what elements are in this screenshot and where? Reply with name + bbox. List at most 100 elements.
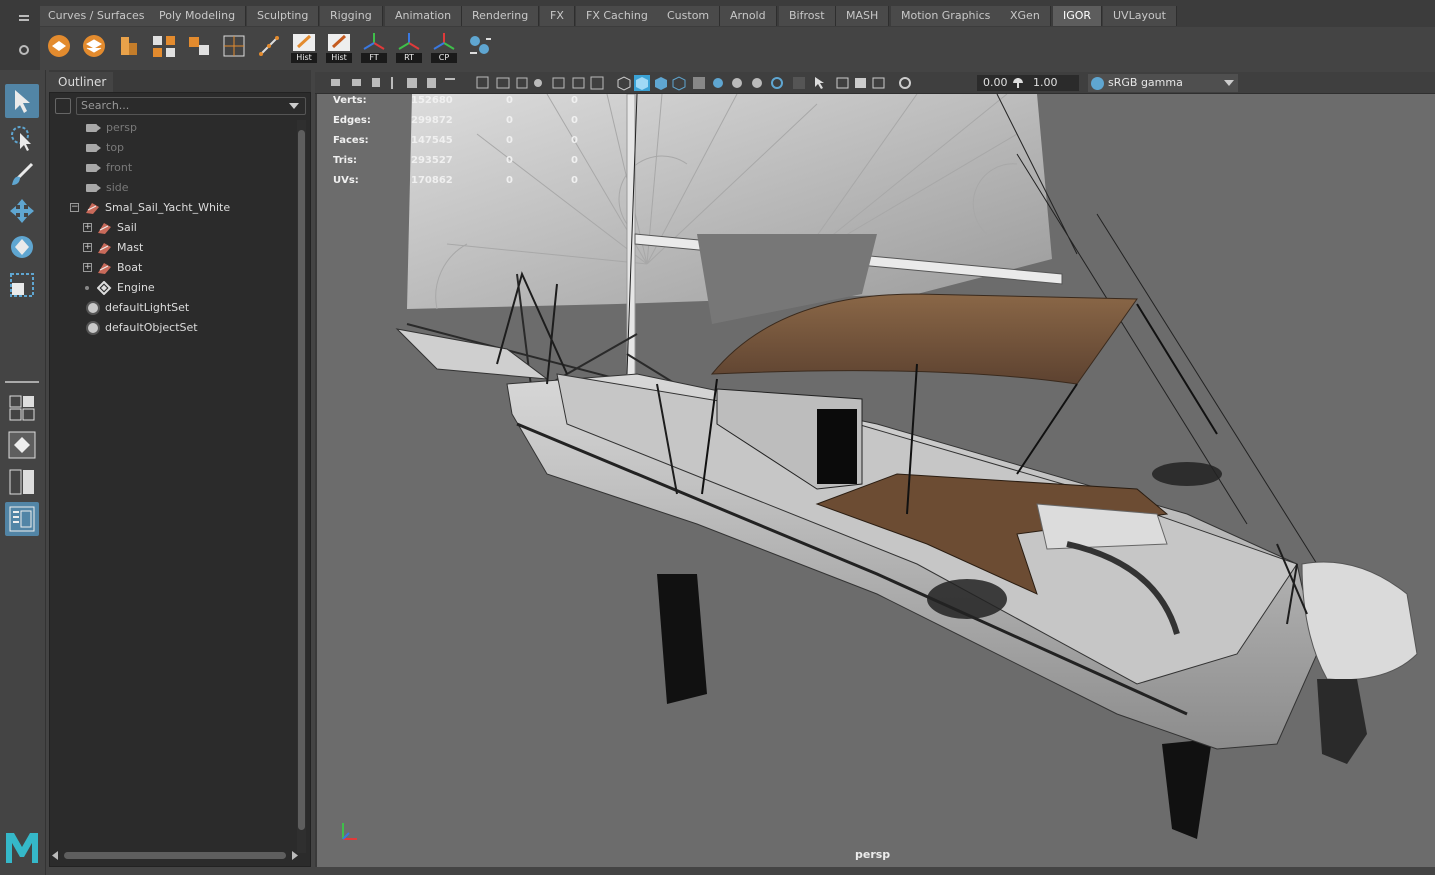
single-view-layout-button[interactable] — [5, 428, 39, 462]
hud-selected: 0 — [506, 175, 513, 186]
two-view-layout-button[interactable] — [5, 465, 39, 499]
viewport-shading-tools-icon — [617, 75, 911, 91]
shelf-ft-badge: FT — [361, 53, 387, 63]
shelf-center-pivot-icon[interactable]: CP — [430, 31, 458, 63]
single-view-icon — [8, 431, 36, 459]
hud-row-tris: Tris: 293527 0 0 — [333, 155, 633, 175]
color-space-dropdown[interactable]: sRGB gamma — [1088, 74, 1238, 92]
collapse-icon[interactable]: − — [70, 203, 79, 212]
scrollbar-thumb[interactable] — [64, 852, 286, 859]
move-tool[interactable] — [5, 194, 39, 228]
shelf-tab-rendering[interactable]: Rendering — [462, 6, 540, 26]
shelf-tab-curves-surfaces[interactable]: Curves / Surfaces — [38, 6, 156, 26]
outliner-item-label: Mast — [117, 241, 144, 254]
camera-icon — [86, 124, 101, 132]
shelf-pen-icon[interactable] — [255, 31, 283, 61]
outliner-item-default-light-set[interactable]: defaultLightSet — [86, 298, 286, 318]
select-tool[interactable] — [5, 84, 39, 118]
shelf-tab-mash[interactable]: MASH — [836, 6, 890, 26]
shelf-tab-fx-caching[interactable]: FX Caching — [576, 6, 659, 26]
shelf-tab-motion-graphics[interactable]: Motion Graphics — [891, 6, 1002, 26]
hud-label: Tris: — [333, 155, 358, 166]
hud-label: Verts: — [333, 95, 367, 106]
hud-total: 147545 — [411, 135, 453, 146]
color-space-label: sRGB gamma — [1108, 76, 1183, 89]
hud-row-edges: Edges: 299872 0 0 — [333, 115, 633, 135]
shelf-layout-icon[interactable] — [185, 31, 213, 61]
gamma-field[interactable]: 1.00 — [1027, 75, 1079, 91]
outliner-search-input[interactable]: Search... — [76, 97, 306, 115]
shelf-unfold-icon[interactable] — [150, 31, 178, 61]
outliner-vertical-scrollbar[interactable] — [297, 120, 306, 853]
scroll-left-icon[interactable] — [52, 851, 60, 860]
expand-icon[interactable]: + — [83, 263, 92, 272]
shelf-layer-alt-icon[interactable] — [80, 31, 108, 61]
shelf-grid-icon[interactable] — [220, 31, 248, 61]
outliner-item-boat[interactable]: + Boat — [83, 258, 283, 278]
toolbox-separator — [5, 381, 39, 383]
camera-icon — [86, 184, 101, 192]
shelf-freeze-transform-icon[interactable]: FT — [360, 31, 388, 63]
shelf-tab-custom[interactable]: Custom — [657, 6, 721, 26]
hud-row-verts: Verts: 152680 0 0 — [333, 95, 633, 115]
filter-icon[interactable] — [55, 98, 71, 114]
shelf-reset-transform-icon[interactable]: RT — [395, 31, 423, 63]
hud-component: 0 — [571, 175, 578, 186]
gamma-toggle-icon[interactable] — [1011, 76, 1025, 90]
shelf-tab-poly-modeling[interactable]: Poly Modeling — [149, 6, 247, 26]
shelf-tab-fx[interactable]: FX — [540, 6, 575, 26]
outliner-item-default-object-set[interactable]: defaultObjectSet — [86, 318, 286, 338]
scrollbar-thumb[interactable] — [298, 130, 305, 830]
outliner-horizontal-scrollbar[interactable] — [52, 851, 298, 860]
outliner-item-label: Smal_Sail_Yacht_White — [105, 201, 231, 214]
shelf-layer-icon[interactable] — [45, 31, 73, 61]
maya-logo-icon — [6, 833, 38, 863]
shelf-tab-igor[interactable]: IGOR — [1053, 6, 1103, 26]
shelf-tab-sculpting[interactable]: Sculpting — [247, 6, 320, 26]
shelf-uv-transfer-icon[interactable] — [465, 31, 493, 61]
hud-total: 152680 — [411, 95, 453, 106]
hud-selected: 0 — [506, 115, 513, 126]
shelf-menu-icon[interactable] — [0, 0, 40, 70]
rotate-icon — [11, 236, 33, 258]
outliner-item-yacht-group[interactable]: − Smal_Sail_Yacht_White — [70, 198, 290, 218]
rotate-tool[interactable] — [5, 230, 39, 264]
expand-icon[interactable]: + — [83, 243, 92, 252]
search-dropdown-icon[interactable] — [289, 103, 299, 109]
shelf-tab-animation[interactable]: Animation — [385, 6, 463, 26]
shelf-hist-alt-icon[interactable]: Hist — [325, 31, 353, 63]
leaf-dot-icon — [85, 286, 89, 290]
outliner-item-label: Boat — [117, 261, 143, 274]
expand-icon[interactable]: + — [83, 223, 92, 232]
perspective-viewport[interactable]: Verts: 152680 0 0 Edges: 299872 0 0 Face… — [315, 94, 1435, 867]
four-view-layout-button[interactable] — [5, 390, 39, 424]
shelf-tab-uvlayout[interactable]: UVLayout — [1103, 6, 1177, 26]
scale-tool[interactable] — [5, 268, 39, 302]
lasso-tool[interactable] — [5, 122, 39, 156]
paint-select-tool[interactable] — [5, 158, 39, 192]
outliner-item-sail[interactable]: + Sail — [83, 218, 283, 238]
transform-icon — [98, 263, 111, 274]
four-view-icon — [9, 395, 35, 421]
shelf-tab-bifrost[interactable]: Bifrost — [779, 6, 836, 26]
hud-component: 0 — [571, 155, 578, 166]
shelf-tab-arnold[interactable]: Arnold — [720, 6, 777, 26]
color-management-icon[interactable] — [1091, 77, 1104, 90]
camera-icon — [86, 144, 101, 152]
shelf-tab-rigging[interactable]: Rigging — [320, 6, 383, 26]
shelf-tab-xgen[interactable]: XGen — [1000, 6, 1051, 26]
two-view-icon — [9, 469, 34, 495]
scroll-right-icon[interactable] — [292, 851, 300, 860]
shelf-blocks-icon[interactable] — [115, 31, 143, 61]
outliner-item-label: Sail — [117, 221, 137, 234]
outliner-tab[interactable]: Outliner — [49, 72, 113, 92]
toolbox — [0, 70, 46, 875]
hud-label: Faces: — [333, 135, 369, 146]
outliner-item-engine[interactable]: Engine — [83, 278, 283, 298]
outliner-item-mast[interactable]: + Mast — [83, 238, 283, 258]
outliner-layout-button[interactable] — [5, 502, 39, 536]
hud-row-faces: Faces: 147545 0 0 — [333, 135, 633, 155]
group-icon — [97, 281, 112, 295]
shelf-hist-icon[interactable]: Hist — [290, 31, 318, 63]
move-arrows-icon — [10, 199, 34, 223]
